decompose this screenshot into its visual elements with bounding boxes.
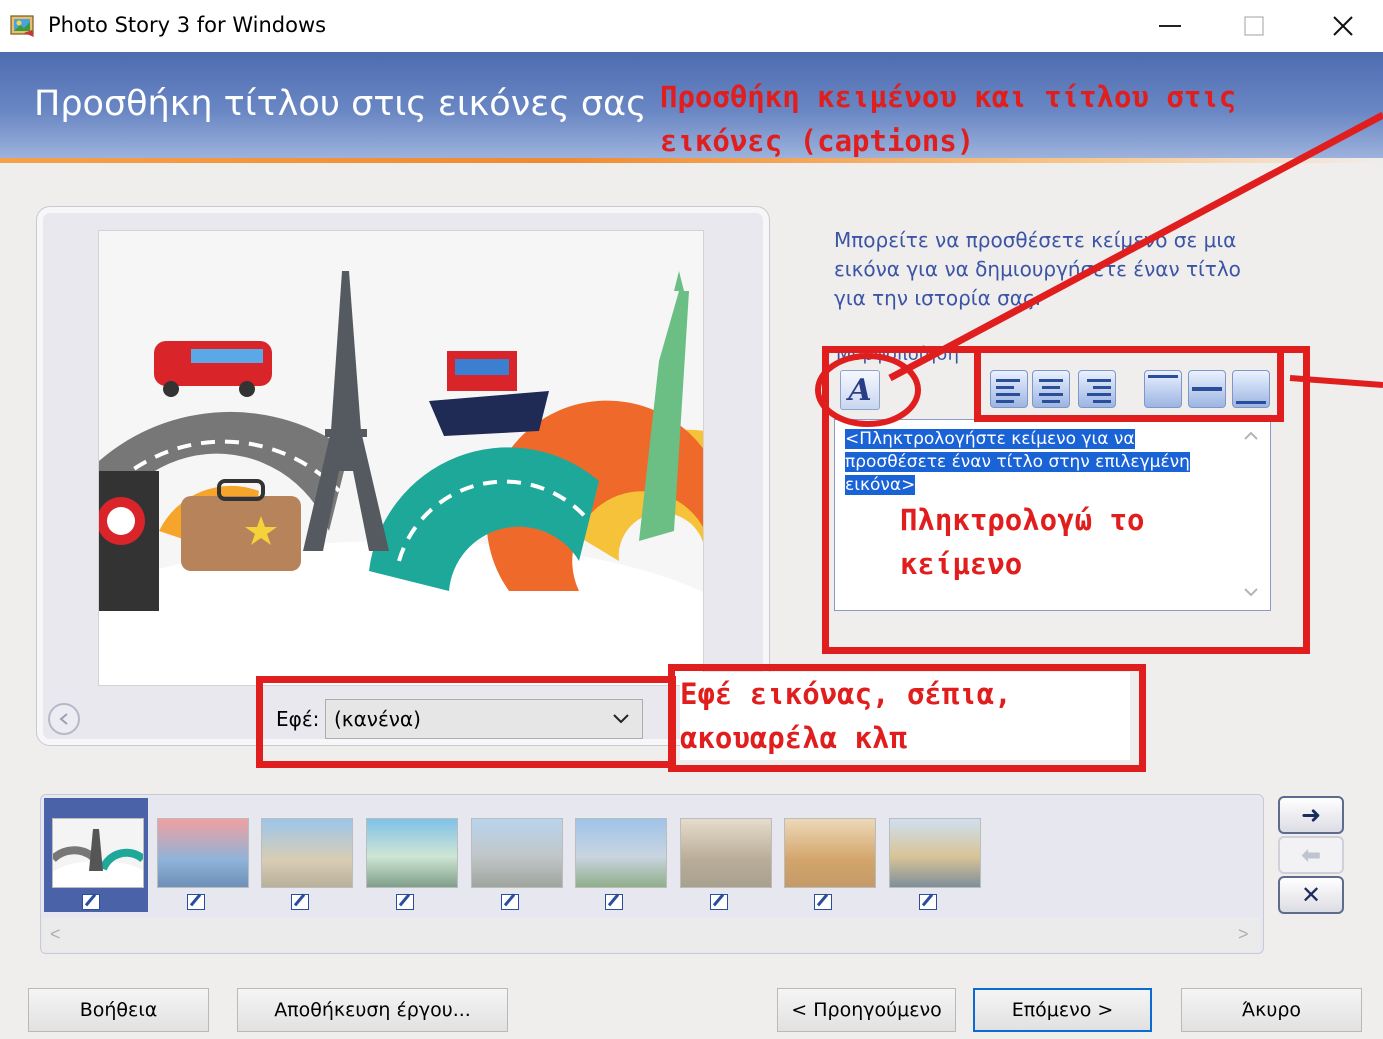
arrow-left-icon: ⬅ (1300, 841, 1322, 869)
thumbnail-1[interactable] (44, 798, 148, 912)
edit-icon[interactable] (919, 894, 937, 910)
cancel-button[interactable]: Άκυρο (1181, 988, 1362, 1032)
thumbnail-image (575, 818, 667, 888)
edit-icon[interactable] (291, 894, 309, 910)
edit-icon[interactable] (501, 894, 519, 910)
edit-icon[interactable] (396, 894, 414, 910)
thumbnail-5[interactable] (463, 798, 567, 912)
arrow-right-icon: ➜ (1300, 801, 1322, 829)
move-right-button[interactable]: ➜ (1278, 796, 1344, 834)
delete-icon: ✕ (1300, 881, 1322, 909)
edit-icon[interactable] (814, 894, 832, 910)
previous-button[interactable]: < Προηγούμενο (777, 988, 956, 1032)
annotation-effect-note: Εφέ εικόνας, σέπια, ακουαρέλα κλπ (680, 672, 1130, 760)
save-project-button[interactable]: Αποθήκευση έργου... (237, 988, 508, 1032)
annotation-box-align (974, 346, 1284, 422)
thumbnail-image (366, 818, 458, 888)
edit-icon[interactable] (605, 894, 623, 910)
thumbnail-image (52, 818, 144, 888)
delete-picture-button[interactable]: ✕ (1278, 876, 1344, 914)
thumbnail-image (680, 818, 772, 888)
annotation-box-effect (256, 676, 676, 768)
thumbnail-image (889, 818, 981, 888)
thumbnail-8[interactable] (776, 798, 880, 912)
edit-icon[interactable] (82, 894, 100, 910)
thumbnail-4[interactable] (358, 798, 462, 912)
thumbnail-image (261, 818, 353, 888)
help-button[interactable]: Βοήθεια (28, 988, 209, 1032)
edit-icon[interactable] (187, 894, 205, 910)
next-button[interactable]: Επόμενο > (973, 988, 1152, 1032)
thumbnail-9[interactable] (881, 798, 985, 912)
scroll-left-icon[interactable]: < (50, 924, 61, 945)
move-left-button[interactable]: ⬅ (1278, 836, 1344, 874)
thumbnail-2[interactable] (149, 798, 253, 912)
thumbnail-image (784, 818, 876, 888)
thumbnail-6[interactable] (567, 798, 671, 912)
scroll-right-icon[interactable]: > (1238, 924, 1249, 945)
thumbnail-image (157, 818, 249, 888)
thumbnail-3[interactable] (253, 798, 357, 912)
edit-icon[interactable] (710, 894, 728, 910)
filmstrip-scrollbar[interactable]: < > (42, 918, 1260, 952)
thumbnail-7[interactable] (672, 798, 776, 912)
thumbnail-image (471, 818, 563, 888)
